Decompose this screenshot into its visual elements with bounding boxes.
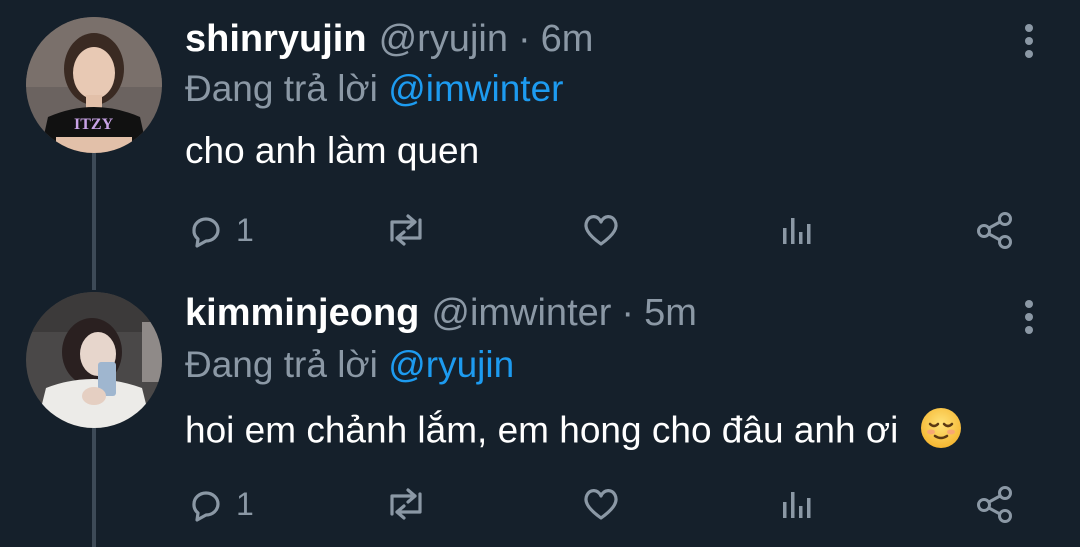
more-icon[interactable] [1024, 300, 1034, 336]
like-button[interactable] [581, 205, 621, 255]
tweet-actions: 1 [0, 205, 1080, 255]
share-button[interactable] [974, 479, 1016, 529]
retweet-icon [383, 484, 429, 524]
avatar-shirt-text: ITZY [74, 116, 114, 133]
display-name[interactable]: shinryujin [185, 18, 367, 61]
share-icon [974, 484, 1016, 524]
retweet-button[interactable] [383, 479, 429, 529]
reply-context: Đang trả lời @imwinter [185, 68, 564, 110]
avatar[interactable] [26, 292, 162, 428]
reply-count: 1 [236, 485, 254, 522]
avatar[interactable]: ITZY [26, 17, 162, 153]
more-icon[interactable] [1024, 24, 1034, 60]
like-icon [581, 484, 621, 524]
share-button[interactable] [974, 205, 1016, 255]
mention-link[interactable]: @ryujin [388, 344, 514, 385]
display-name[interactable]: kimminjeong [185, 292, 419, 335]
like-button[interactable] [581, 479, 621, 529]
reply-icon [186, 484, 226, 524]
timestamp[interactable]: 6m [541, 18, 594, 61]
reply-prefix: Đang trả lời [185, 68, 378, 109]
analytics-icon [780, 484, 816, 524]
timestamp[interactable]: 5m [644, 292, 697, 335]
analytics-button[interactable] [780, 205, 816, 255]
user-handle[interactable]: @ryujin [379, 18, 508, 61]
reply-button[interactable]: 1 [186, 205, 254, 255]
retweet-icon [383, 210, 429, 250]
retweet-button[interactable] [383, 205, 429, 255]
reply-prefix: Đang trả lời [185, 344, 378, 385]
like-icon [581, 210, 621, 250]
mention-link[interactable]: @imwinter [388, 68, 563, 109]
tweet-header: shinryujin @ryujin · 6m [185, 18, 593, 68]
tweet-header: kimminjeong @imwinter · 5m [185, 292, 697, 342]
share-icon [974, 210, 1016, 250]
reply-count: 1 [236, 211, 254, 248]
reply-icon [186, 210, 226, 250]
tweet-actions: 1 [0, 479, 1080, 529]
reply-context: Đang trả lời @ryujin [185, 344, 514, 386]
user-handle[interactable]: @imwinter [431, 292, 611, 335]
separator-dot: · [621, 292, 635, 334]
tweet-text: hoi em chảnh lắm, em hong cho đâu anh ơi [185, 409, 899, 451]
separator-dot: · [517, 18, 531, 60]
relieved-face-emoji [919, 406, 963, 459]
tweet-text-row: hoi em chảnh lắm, em hong cho đâu anh ơi [185, 406, 963, 459]
analytics-icon [780, 210, 816, 250]
tweet-text: cho anh làm quen [185, 130, 480, 171]
reply-button[interactable]: 1 [186, 479, 254, 529]
analytics-button[interactable] [780, 479, 816, 529]
